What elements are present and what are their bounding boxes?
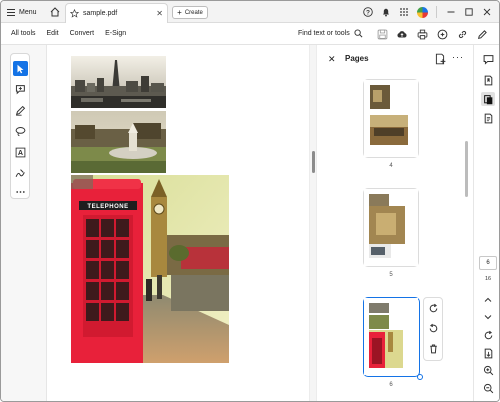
apps-grid-icon[interactable] bbox=[396, 4, 412, 20]
page-up-icon[interactable] bbox=[481, 293, 495, 307]
page-thumbnail-6[interactable] bbox=[363, 297, 423, 380]
total-pages: 16 bbox=[484, 276, 492, 282]
help-icon[interactable]: ? bbox=[360, 4, 376, 20]
menu-convert[interactable]: Convert bbox=[70, 30, 95, 37]
telephone-box-photo: TELEPHONE bbox=[71, 175, 229, 363]
menu-label: Menu bbox=[19, 8, 37, 16]
pen-icon bbox=[15, 105, 26, 116]
select-tool[interactable] bbox=[13, 61, 28, 76]
bookmarks-icon[interactable] bbox=[481, 73, 495, 87]
hamburger-icon bbox=[7, 8, 15, 16]
cursor-icon bbox=[17, 64, 24, 73]
more-options-icon[interactable]: ··· bbox=[452, 52, 464, 62]
delete-icon[interactable] bbox=[427, 342, 440, 355]
rotate-clockwise-icon[interactable] bbox=[427, 302, 440, 315]
plus-icon: + bbox=[177, 8, 182, 17]
more-tools[interactable] bbox=[13, 184, 28, 199]
maximize-icon[interactable] bbox=[461, 4, 477, 20]
page-actions bbox=[423, 297, 443, 361]
pages-panel: ✕ Pages ··· 4 5 6 bbox=[317, 45, 473, 401]
separator bbox=[436, 6, 437, 18]
find-label: Find text or tools bbox=[298, 30, 350, 37]
link-icon[interactable] bbox=[455, 27, 469, 41]
comment-add-icon bbox=[15, 85, 25, 95]
insert-page-icon[interactable] bbox=[434, 53, 446, 65]
save-icon[interactable] bbox=[375, 27, 389, 41]
resize-handle[interactable] bbox=[417, 374, 423, 380]
document-tab[interactable]: sample.pdf ✕ bbox=[65, 3, 168, 23]
page-number-6: 6 bbox=[389, 382, 393, 388]
zoom-out-icon[interactable] bbox=[481, 381, 495, 395]
lasso-icon bbox=[15, 127, 26, 137]
sign-icon bbox=[15, 169, 25, 177]
menu-e-sign[interactable]: E-Sign bbox=[105, 30, 126, 37]
rotate-counterclockwise-icon[interactable] bbox=[427, 322, 440, 335]
profile-avatar[interactable] bbox=[414, 4, 430, 20]
quick-actions bbox=[375, 27, 489, 41]
tab-title: sample.pdf bbox=[83, 10, 118, 17]
current-page-value: 6 bbox=[486, 260, 490, 266]
page-number-5: 5 bbox=[389, 272, 393, 278]
svg-text:?: ? bbox=[366, 9, 370, 16]
palace-fountain-photo bbox=[71, 111, 166, 173]
close-panel-icon[interactable]: ✕ bbox=[328, 54, 336, 65]
right-rail: 6 16 bbox=[473, 45, 499, 401]
ai-assistant-icon[interactable] bbox=[435, 27, 449, 41]
create-button[interactable]: + Create bbox=[172, 6, 208, 19]
pages-icon[interactable] bbox=[481, 92, 495, 106]
tab-close-icon[interactable]: ✕ bbox=[156, 9, 163, 18]
document-scrollbar[interactable] bbox=[309, 45, 317, 401]
title-bar-icons: ? bbox=[360, 4, 495, 20]
menu-all-tools[interactable]: All tools bbox=[11, 30, 36, 37]
menu-edit[interactable]: Edit bbox=[47, 30, 59, 37]
close-icon[interactable] bbox=[479, 4, 495, 20]
create-label: Create bbox=[184, 9, 203, 16]
text-box-icon: A bbox=[15, 147, 26, 158]
menu-button[interactable]: Menu bbox=[7, 5, 37, 19]
app-window: Menu sample.pdf ✕ + Create ? All tools E… bbox=[0, 0, 500, 402]
comment-tool[interactable] bbox=[13, 82, 28, 97]
current-page-input[interactable]: 6 bbox=[479, 256, 497, 270]
page-number-4: 4 bbox=[389, 163, 393, 169]
print-icon[interactable] bbox=[415, 27, 429, 41]
left-tool-rail: A bbox=[1, 45, 47, 401]
minimize-icon[interactable] bbox=[443, 4, 459, 20]
svg-text:TELEPHONE: TELEPHONE bbox=[87, 204, 128, 210]
upload-cloud-icon[interactable] bbox=[395, 27, 409, 41]
title-bar: Menu sample.pdf ✕ + Create ? bbox=[1, 1, 499, 23]
zoom-in-icon[interactable] bbox=[481, 363, 495, 377]
home-button[interactable] bbox=[47, 4, 63, 20]
skyline-photo bbox=[71, 56, 166, 108]
pages-panel-header: ✕ Pages ··· bbox=[317, 45, 473, 73]
svg-text:A: A bbox=[18, 149, 23, 157]
scrollbar-thumb[interactable] bbox=[312, 151, 315, 173]
save-page-icon[interactable] bbox=[481, 346, 495, 360]
main-menu: All tools Edit Convert E-Sign bbox=[11, 30, 126, 37]
quick-tools: A bbox=[10, 53, 30, 199]
page-down-icon[interactable] bbox=[481, 310, 495, 324]
find-text-or-tools[interactable]: Find text or tools bbox=[298, 29, 363, 38]
edit-text-icon[interactable] bbox=[475, 27, 489, 41]
star-icon[interactable] bbox=[70, 9, 79, 18]
pages-panel-scrollbar[interactable] bbox=[465, 141, 468, 197]
pages-panel-title: Pages bbox=[345, 54, 369, 63]
search-icon bbox=[354, 29, 363, 38]
home-icon bbox=[50, 7, 60, 17]
lasso-tool[interactable] bbox=[13, 124, 28, 139]
bell-icon[interactable] bbox=[378, 4, 394, 20]
draw-tool[interactable] bbox=[13, 103, 28, 118]
document-view[interactable]: TELEPHONE bbox=[47, 45, 309, 401]
fill-sign-tool[interactable] bbox=[13, 166, 28, 181]
text-tool[interactable]: A bbox=[13, 145, 28, 160]
comments-icon[interactable] bbox=[481, 52, 495, 66]
attachments-icon[interactable] bbox=[481, 111, 495, 125]
more-icon bbox=[16, 190, 25, 193]
page-thumbnail-4[interactable] bbox=[363, 79, 419, 158]
page-thumbnail-5[interactable] bbox=[363, 188, 419, 267]
refresh-icon[interactable] bbox=[481, 328, 495, 342]
menu-bar: All tools Edit Convert E-Sign Find text … bbox=[1, 23, 499, 45]
